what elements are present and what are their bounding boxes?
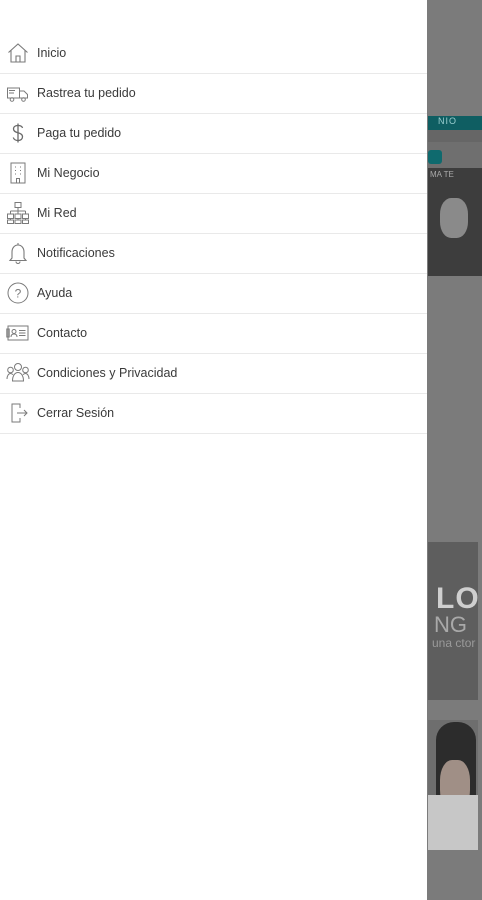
menu-item-label: Contacto [37, 326, 88, 340]
background-banner-text-1: LO [436, 582, 480, 615]
background-promo-image-detail [440, 198, 468, 238]
menu-item-label: Mi Negocio [37, 166, 100, 180]
menu-item-ayuda[interactable]: ? Ayuda [0, 274, 427, 314]
menu-item-mi-negocio[interactable]: Mi Negocio [0, 154, 427, 194]
menu-item-label: Mi Red [37, 206, 77, 220]
menu-item-label: Condiciones y Privacidad [37, 366, 178, 380]
menu-item-label: Rastrea tu pedido [37, 86, 136, 100]
contact-card-icon [6, 321, 30, 345]
navigation-drawer: Inicio Rastrea tu pedido Paga tu pedido … [0, 0, 427, 900]
help-icon: ? [6, 281, 30, 305]
group-icon [6, 361, 30, 385]
menu-item-condiciones[interactable]: Condiciones y Privacidad [0, 354, 427, 394]
menu-item-cerrar-sesion[interactable]: Cerrar Sesión [0, 394, 427, 434]
background-photo-garment [428, 795, 478, 850]
background-promo-subheader [428, 130, 482, 142]
menu-item-label: Paga tu pedido [37, 126, 122, 140]
drawer-menu: Inicio Rastrea tu pedido Paga tu pedido … [0, 34, 427, 434]
menu-item-label: Cerrar Sesión [37, 406, 115, 420]
menu-item-paga[interactable]: Paga tu pedido [0, 114, 427, 154]
menu-item-rastrea[interactable]: Rastrea tu pedido [0, 74, 427, 114]
network-icon [6, 201, 30, 225]
logout-icon [6, 401, 30, 425]
menu-item-inicio[interactable]: Inicio [0, 34, 427, 74]
background-promo-text: NIO [438, 116, 458, 126]
background-promo-text-2: MA TE [430, 170, 454, 179]
menu-item-label: Ayuda [37, 286, 73, 300]
bell-icon [6, 241, 30, 265]
menu-item-label: Inicio [37, 46, 67, 60]
svg-text:?: ? [15, 287, 22, 301]
home-icon [6, 41, 30, 65]
background-banner-text-2: NG [434, 612, 467, 637]
building-icon [6, 161, 30, 185]
background-promo-header: NIO [428, 116, 482, 130]
dollar-icon [6, 121, 30, 145]
background-promo-badge [428, 150, 442, 164]
menu-item-notificaciones[interactable]: Notificaciones [0, 234, 427, 274]
menu-item-contacto[interactable]: Contacto [0, 314, 427, 354]
background-banner-card: LO NG una ctor [428, 542, 480, 700]
menu-item-mi-red[interactable]: Mi Red [0, 194, 427, 234]
delivery-truck-icon [6, 81, 30, 105]
background-banner-text-3: una ctor [432, 636, 476, 650]
menu-item-label: Notificaciones [37, 246, 115, 260]
